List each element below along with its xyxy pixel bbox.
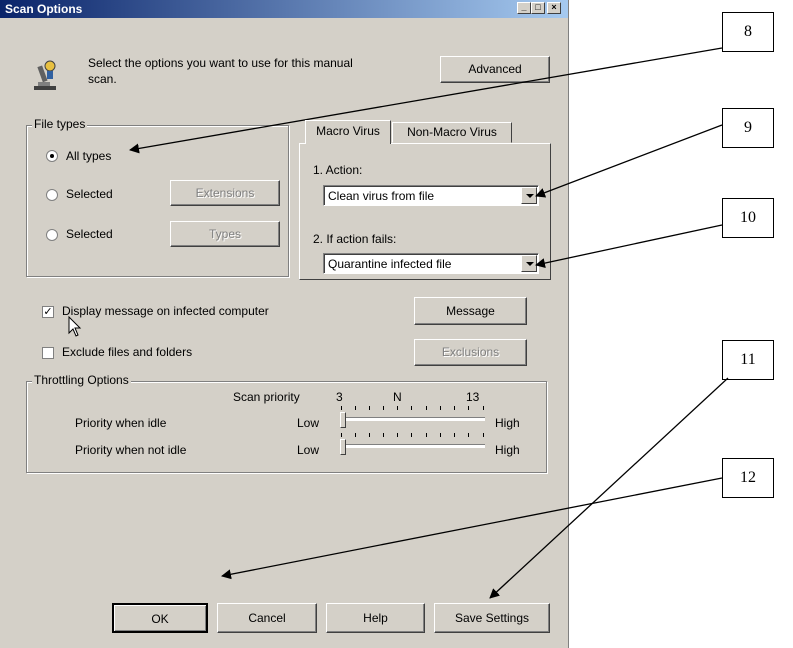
callout-arrows <box>129 47 729 599</box>
arrow-11 <box>489 377 729 599</box>
arrow-10 <box>535 224 723 268</box>
arrow-8 <box>129 47 723 154</box>
arrow-12 <box>221 477 723 580</box>
tab-macro-virus[interactable]: Macro Virus <box>305 120 391 144</box>
arrow-9 <box>535 124 723 198</box>
